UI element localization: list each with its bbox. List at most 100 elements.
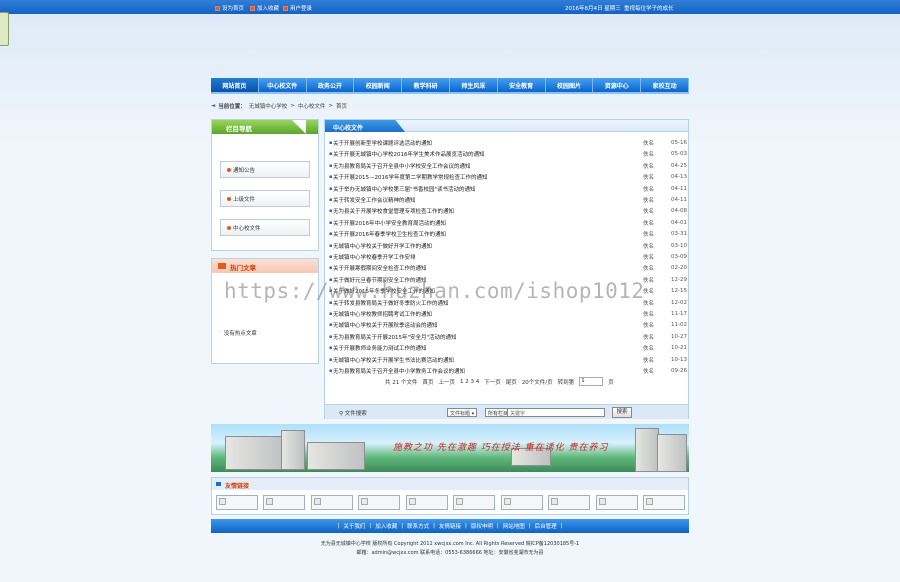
bullet-icon [227, 196, 231, 201]
search-button[interactable]: 搜索 [612, 407, 632, 418]
article-title-link[interactable]: 无城镇中心学校春季开学工作安排 [333, 253, 643, 261]
article-title-link[interactable]: 关于开展2015—2016学年度第二学期教学常规检查工作的通知 [333, 173, 643, 181]
article-title-link[interactable]: 关于开展2016年中小学安全教育周活动的通知 [333, 219, 643, 227]
friend-link-logo[interactable] [453, 495, 495, 510]
left-nav-superior-files[interactable]: 上级文件 [220, 190, 310, 207]
nav-center-files[interactable]: 中心校文件 [259, 78, 307, 92]
article-title-link[interactable]: 关于开展2016年春季学校卫生检查工作的通知 [333, 230, 643, 238]
breadcrumb-section[interactable]: 中心校文件 [298, 102, 326, 110]
home-icon [215, 5, 220, 11]
article-title-link[interactable]: 关于开展创新型学校课题评选活动的通知 [333, 139, 643, 147]
nav-safety-education[interactable]: 安全教育 [498, 78, 546, 92]
footer-copyright[interactable]: 版权申明 [471, 522, 493, 530]
left-nav-notices[interactable]: 通知公告 [220, 161, 310, 178]
set-homepage-link[interactable]: 设为首页 [215, 4, 244, 12]
user-login-link[interactable]: 用户登录 [283, 4, 312, 12]
link-icon [216, 482, 221, 486]
article-date: 04-11 [671, 185, 687, 192]
article-title-link[interactable]: 无为县教育局关于召开全县中小学校安全工作会议的通知 [333, 162, 643, 170]
article-author: 佚名 [643, 255, 655, 261]
article-author: 佚名 [643, 312, 655, 318]
article-date: 02-20 [671, 265, 687, 272]
article-title-link[interactable]: 无为县教育局关于召开全县中小学教务工作会议的通知 [333, 367, 643, 375]
keyword-input[interactable]: 关键字 [507, 408, 605, 417]
footer-about[interactable]: 关于我们 [343, 522, 365, 530]
article-title-link[interactable]: 无城镇中心学校教师招聘考试工作的通知 [333, 310, 643, 318]
friend-link-logo[interactable] [216, 495, 258, 510]
article-title-link[interactable]: 关于开展寒假期间安全检查工作的通知 [333, 264, 643, 272]
nav-teachers-students[interactable]: 师生风采 [450, 78, 498, 92]
article-title-link[interactable]: 关于开展教师业务能力测试工作的通知 [333, 344, 643, 352]
article-title-link[interactable]: 无城镇中心学校关于开展学生书法比赛活动的通知 [333, 356, 643, 364]
favorite-icon [250, 5, 255, 11]
footer-admin[interactable]: 后台管理 [535, 522, 557, 530]
article-row: ▪ 无城镇中心学校教师招聘考试工作的通知 佚名 11-17 [329, 309, 687, 319]
friend-link-logo[interactable] [596, 495, 638, 510]
article-title-link[interactable]: 关于转发安全工作会议精神的通知 [333, 196, 643, 204]
pager-next[interactable]: 下一页 [484, 378, 501, 386]
nav-public-affairs[interactable]: 政务公开 [307, 78, 355, 92]
pager-goto-label: 转到第 [557, 379, 575, 386]
nav-resource-center[interactable]: 资源中心 [593, 78, 642, 92]
add-favorite-link[interactable]: 加入收藏 [250, 4, 279, 12]
search-field-select[interactable]: 文件标题 ▾ [447, 408, 478, 417]
article-date: 05-16 [671, 140, 687, 146]
nav-home[interactable]: 网站首页 [211, 78, 259, 92]
friend-link-logo[interactable] [501, 495, 543, 510]
article-date: 11-02 [671, 322, 687, 329]
bullet-icon [227, 167, 231, 172]
content-title: 中心校文件 [325, 120, 405, 132]
article-date: 10-21 [671, 345, 687, 352]
article-title-link[interactable]: 无为县关于开展学校食堂管理专项检查工作的通知 [333, 207, 643, 215]
column-nav-panel: 栏目导航 通知公告 上级文件 中心校文件 [211, 119, 319, 251]
hot-icon [218, 263, 226, 269]
article-author: 佚名 [643, 277, 655, 284]
article-title-link[interactable]: 关于举办无城镇中心学校第三届"书香校园"读书活动的通知 [333, 185, 643, 193]
article-date: 11-17 [671, 311, 687, 317]
pager-last[interactable]: 尾页 [506, 378, 517, 386]
article-author: 佚名 [643, 220, 655, 227]
school-motto: 重视每位学子的成长 [624, 6, 674, 12]
pager-goto-suffix: 页 [608, 379, 614, 386]
footer-sitemap[interactable]: 网站地图 [503, 522, 525, 530]
friend-link-logo[interactable] [406, 495, 448, 510]
article-author: 佚名 [643, 334, 655, 341]
side-tab[interactable] [0, 12, 9, 46]
article-date: 12-15 [671, 288, 687, 295]
article-date: 12-29 [671, 276, 687, 283]
friend-link-logo[interactable] [548, 495, 590, 510]
pager-first[interactable]: 首页 [423, 378, 434, 386]
pager-pages[interactable]: 1 2 3 4 [460, 379, 479, 385]
footer-contact[interactable]: 联系方式 [407, 522, 429, 530]
pager-stats: 共 21 个文件 [385, 379, 418, 386]
article-title-link[interactable]: 关于开展无城镇中心学校2016年学生美术作品展览活动的通知 [333, 150, 643, 158]
friend-link-logo[interactable] [311, 495, 353, 510]
article-title-link[interactable]: 无城镇中心学校关于做好开学工作的通知 [333, 242, 643, 250]
friend-link-logo[interactable] [263, 495, 305, 510]
article-author: 佚名 [643, 209, 655, 216]
nav-campus-news[interactable]: 校园新闻 [354, 78, 403, 92]
pager-goto-input[interactable]: 1 [579, 377, 604, 386]
breadcrumb-school[interactable]: 无城镇中心学校 [249, 102, 288, 110]
footer-favorite[interactable]: 加入收藏 [375, 522, 397, 530]
footer-links[interactable]: 友情链接 [439, 522, 461, 530]
article-author: 佚名 [643, 175, 655, 182]
article-author: 佚名 [643, 232, 655, 239]
article-date: 03-10 [671, 242, 687, 249]
nav-home-school[interactable]: 家校互动 [641, 78, 689, 92]
article-author: 佚名 [643, 369, 655, 375]
friendly-links-title: 友情链接 [212, 478, 688, 490]
left-nav-center-files[interactable]: 中心校文件 [220, 219, 310, 236]
pager-prev[interactable]: 上一页 [439, 378, 456, 386]
arrow-icon: ◄ [211, 102, 216, 109]
nav-teaching-research[interactable]: 教学科研 [402, 78, 450, 92]
friend-link-logo[interactable] [643, 495, 685, 510]
friend-link-logo[interactable] [358, 495, 400, 510]
nav-campus-photos[interactable]: 校园图片 [546, 78, 594, 92]
article-row: ▪ 关于开展教师业务能力测试工作的通知 佚名 10-21 [329, 343, 687, 353]
article-title-link[interactable]: 无为县教育局关于开展2015年"安全月"活动的通知 [333, 333, 643, 341]
article-title-link[interactable]: 无城镇中心学校关于开展秋季运动会的通知 [333, 321, 643, 329]
article-date: 03-31 [671, 231, 687, 238]
top-bar: 设为首页 加入收藏 用户登录 2016年8月4日 星期三 重视每位学子的成长 [0, 0, 900, 14]
article-row: ▪ 无为县教育局关于召开全县中小学教务工作会议的通知 佚名 09-26 [329, 366, 687, 376]
